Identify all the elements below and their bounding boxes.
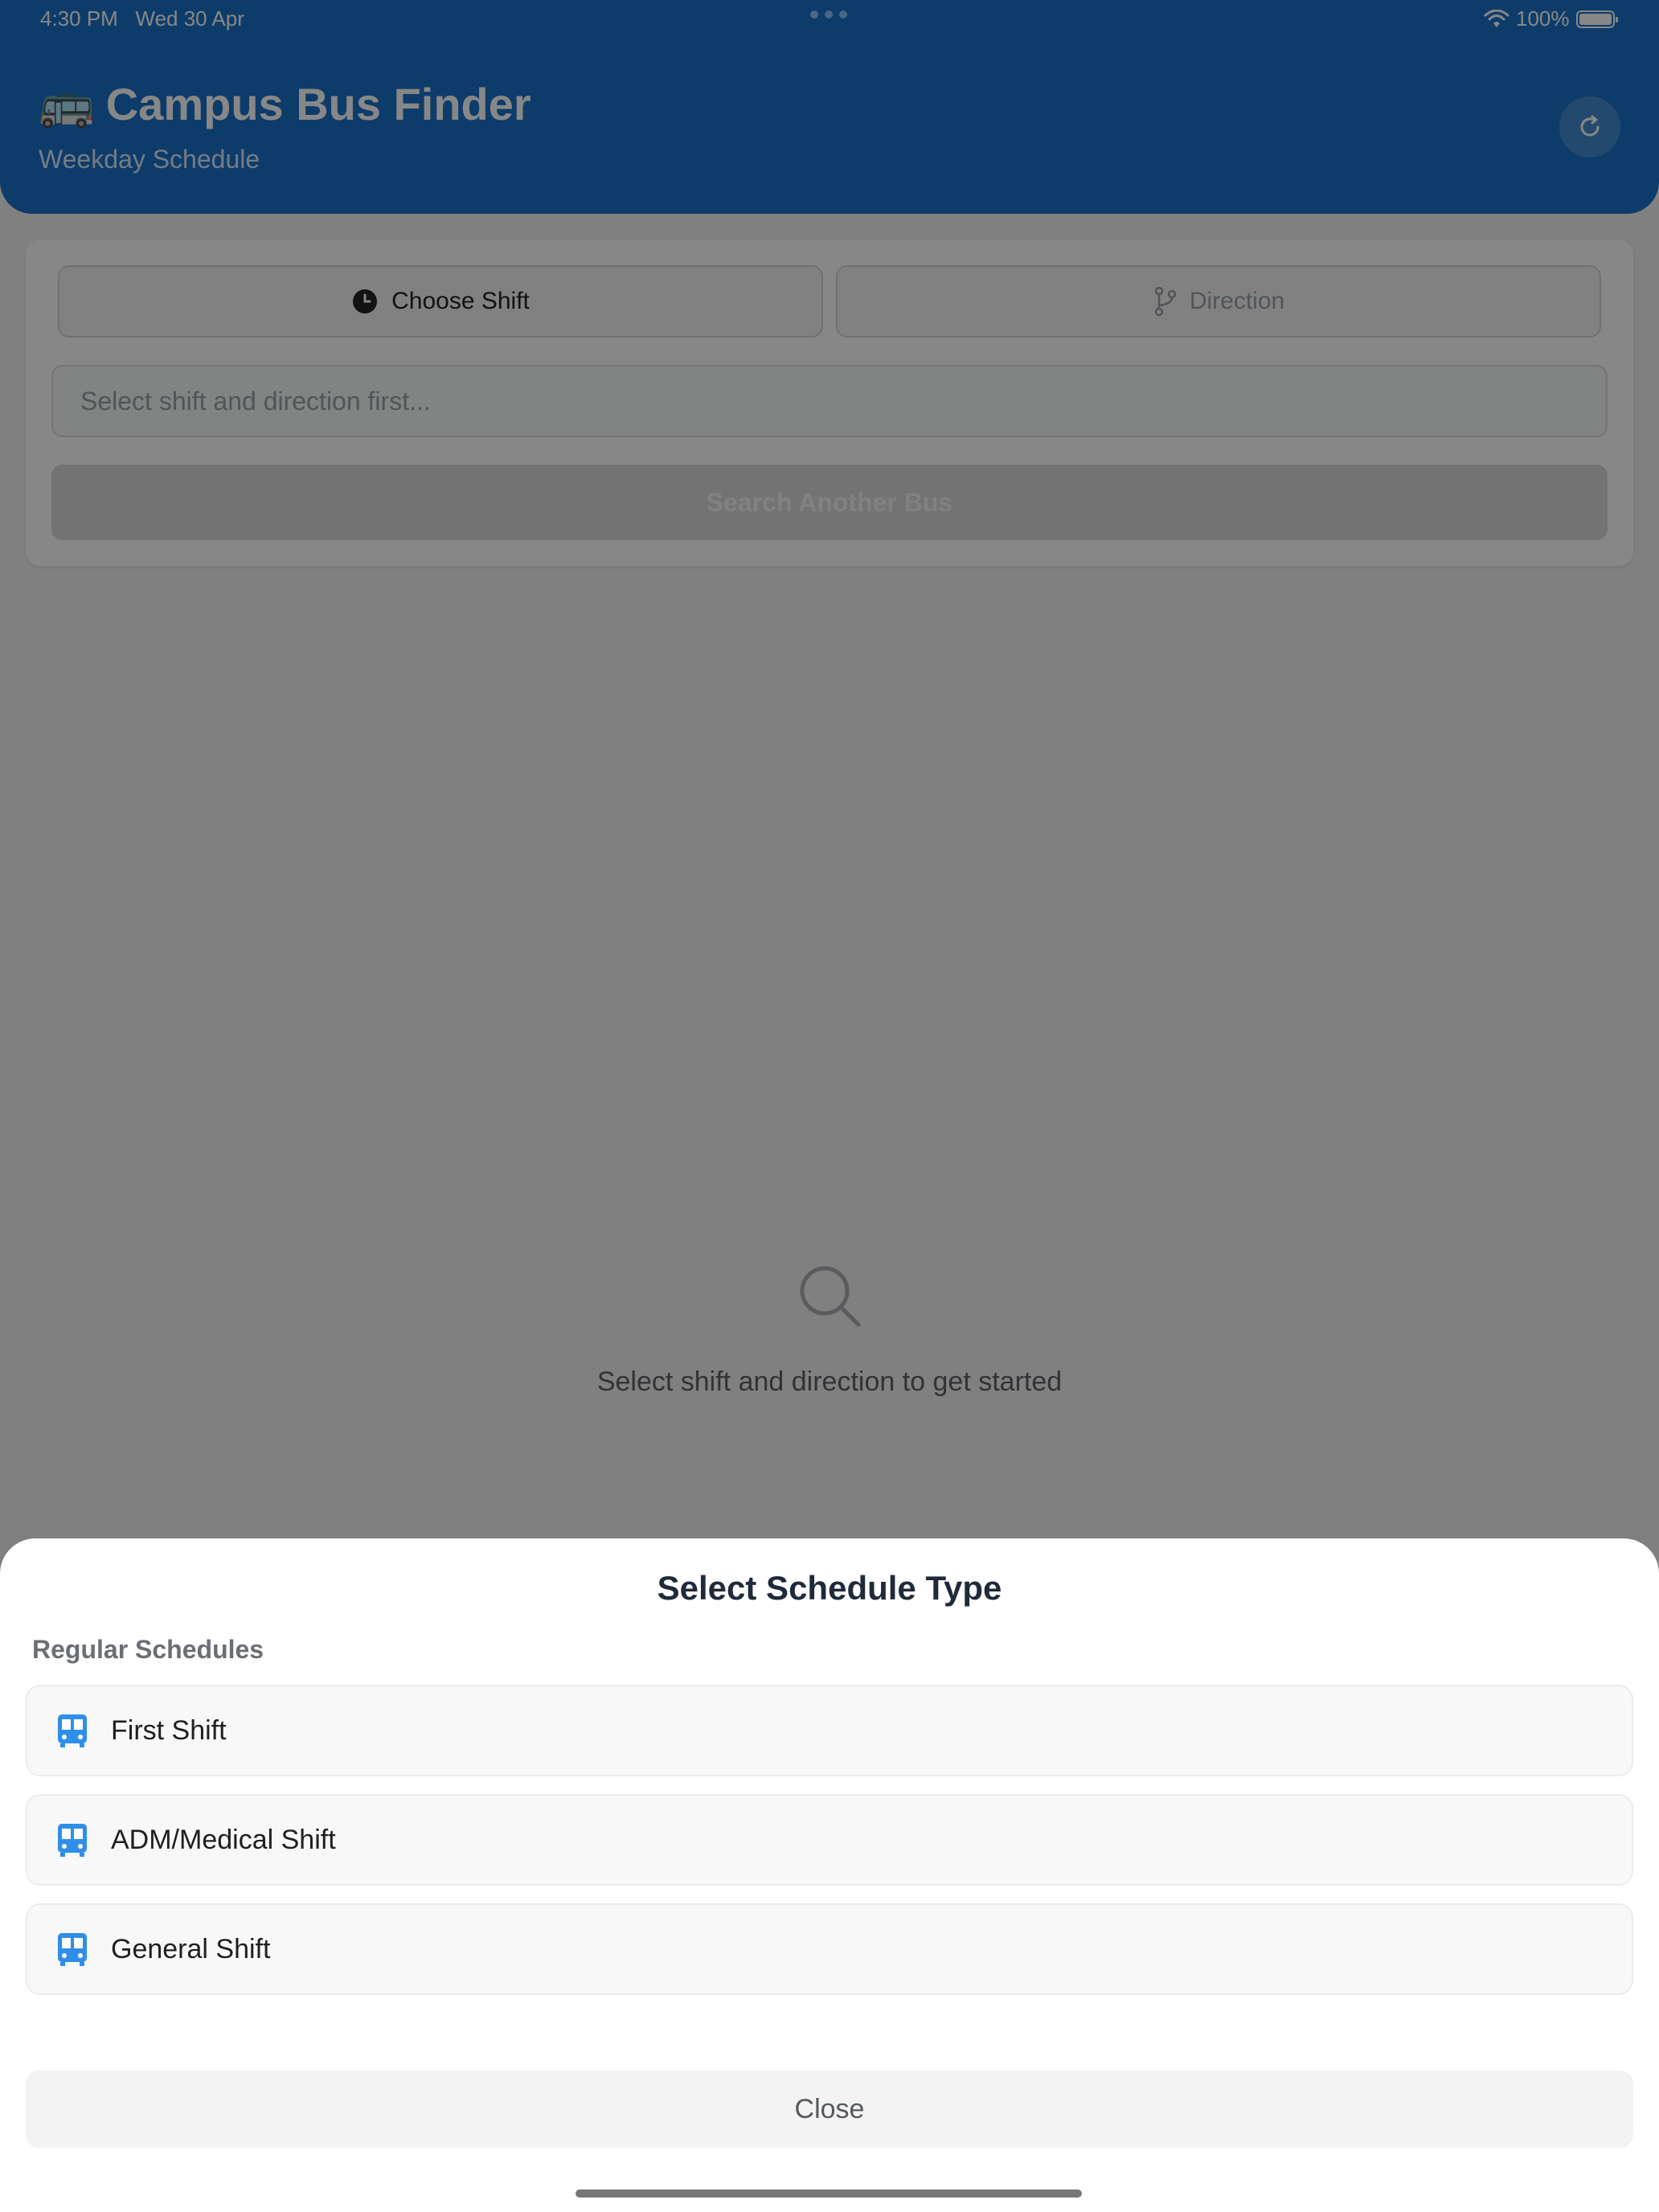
- home-indicator[interactable]: [576, 2189, 1082, 2198]
- regular-schedules-label: Regular Schedules: [32, 1635, 264, 1664]
- option-adm-medical-shift[interactable]: ADM/Medical Shift: [26, 1794, 1633, 1886]
- option-label: ADM/Medical Shift: [111, 1824, 336, 1855]
- sheet-title: Select Schedule Type: [657, 1569, 1002, 1607]
- close-button[interactable]: Close: [26, 2071, 1633, 2148]
- option-label: First Shift: [111, 1714, 227, 1746]
- bus-icon: [58, 1933, 87, 1966]
- option-first-shift[interactable]: First Shift: [26, 1685, 1633, 1776]
- option-label: General Shift: [111, 1933, 271, 1964]
- bus-icon: [58, 1824, 87, 1857]
- option-general-shift[interactable]: General Shift: [26, 1903, 1633, 1995]
- bus-icon: [58, 1714, 87, 1747]
